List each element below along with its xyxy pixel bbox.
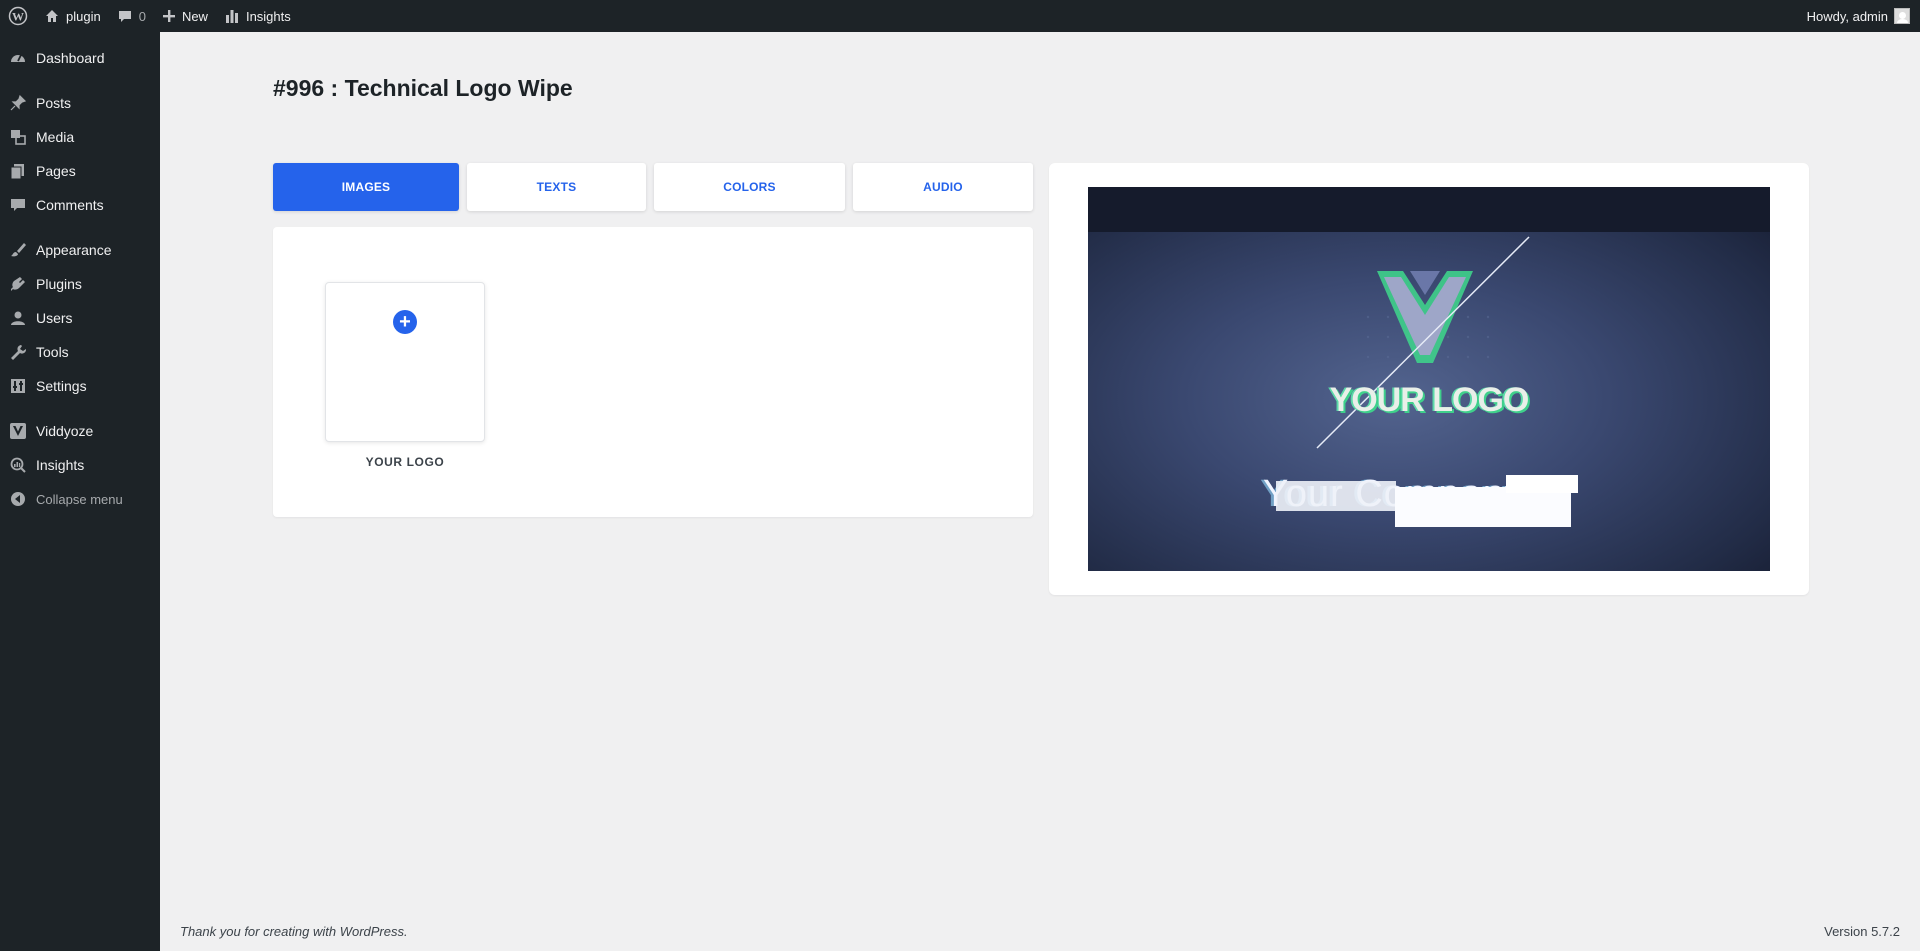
sidebar-item-label: Media bbox=[36, 129, 75, 145]
collapse-menu-button[interactable]: Collapse menu bbox=[0, 482, 160, 516]
insights-label: Insights bbox=[245, 8, 291, 24]
sidebar-item-label: Viddyoze bbox=[36, 423, 94, 439]
settings-icon bbox=[8, 376, 28, 396]
sidebar-item-label: Comments bbox=[36, 197, 104, 213]
sidebar-item-label: Dashboard bbox=[36, 50, 105, 66]
comment-icon bbox=[8, 195, 28, 215]
wordpress-logo-icon: W bbox=[8, 6, 28, 26]
sidebar-item-label: Insights bbox=[36, 457, 85, 473]
insights-link[interactable]: Insights bbox=[216, 0, 299, 32]
collapse-arrow-icon bbox=[8, 489, 28, 509]
new-label: New bbox=[181, 8, 208, 24]
sidebar-item-settings[interactable]: Settings bbox=[0, 369, 160, 403]
footer-version: Version 5.7.2 bbox=[1824, 924, 1900, 939]
pin-icon bbox=[8, 93, 28, 113]
pages-icon bbox=[8, 161, 28, 181]
tab-images[interactable]: IMAGES bbox=[273, 163, 459, 211]
sidebar-item-viddyoze[interactable]: Viddyoze bbox=[0, 414, 160, 448]
editor-tabs: IMAGES TEXTS COLORS AUDIO bbox=[273, 163, 1033, 211]
sidebar-item-users[interactable]: Users bbox=[0, 301, 160, 335]
sidebar-item-label: Pages bbox=[36, 163, 76, 179]
tab-audio[interactable]: AUDIO bbox=[853, 163, 1033, 211]
viddyoze-v-icon bbox=[8, 421, 28, 441]
media-icon bbox=[8, 127, 28, 147]
comments-count: 0 bbox=[138, 8, 146, 24]
tab-colors[interactable]: COLORS bbox=[654, 163, 845, 211]
preview-panel: YOUR LOGO Your Company bbox=[1049, 163, 1809, 595]
new-content-link[interactable]: New bbox=[154, 0, 216, 32]
video-logo-text: YOUR LOGO bbox=[1329, 381, 1530, 419]
video-preview[interactable]: YOUR LOGO Your Company bbox=[1088, 187, 1770, 571]
home-icon bbox=[44, 8, 60, 24]
plus-icon bbox=[162, 9, 176, 23]
add-image-icon[interactable]: + bbox=[393, 310, 417, 334]
sidebar-item-insights[interactable]: Insights bbox=[0, 448, 160, 482]
sidebar-item-label: Tools bbox=[36, 344, 69, 360]
admin-sidebar: Dashboard Posts Media Pages Comments App… bbox=[0, 32, 160, 951]
sidebar-item-pages[interactable]: Pages bbox=[0, 154, 160, 188]
brush-icon bbox=[8, 240, 28, 260]
sidebar-item-label: Posts bbox=[36, 95, 72, 111]
sidebar-item-media[interactable]: Media bbox=[0, 120, 160, 154]
comments-link[interactable]: 0 bbox=[109, 0, 154, 32]
tab-texts[interactable]: TEXTS bbox=[467, 163, 646, 211]
bar-chart-icon bbox=[224, 8, 240, 24]
sidebar-item-label: Plugins bbox=[36, 276, 82, 292]
page-title: #996 : Technical Logo Wipe bbox=[273, 75, 573, 101]
user-icon bbox=[8, 308, 28, 328]
wrench-icon bbox=[8, 342, 28, 362]
wordpress-logo-button[interactable]: W bbox=[0, 0, 36, 32]
sidebar-item-label: Appearance bbox=[36, 242, 112, 258]
site-name-label: plugin bbox=[66, 8, 101, 24]
footer-thanks: Thank you for creating with WordPress. bbox=[180, 924, 408, 939]
dashboard-icon bbox=[8, 48, 28, 68]
sidebar-item-label: Users bbox=[36, 310, 73, 326]
admin-bar: W plugin 0 New Insights Howdy, admin bbox=[0, 0, 1920, 32]
sidebar-item-plugins[interactable]: Plugins bbox=[0, 267, 160, 301]
plug-icon bbox=[8, 274, 28, 294]
glitch-bar bbox=[1395, 487, 1571, 527]
logo-upload-card[interactable]: + bbox=[325, 282, 485, 442]
collapse-menu-label: Collapse menu bbox=[36, 491, 123, 507]
sidebar-item-comments[interactable]: Comments bbox=[0, 188, 160, 222]
sidebar-item-dashboard[interactable]: Dashboard bbox=[0, 41, 160, 75]
sidebar-item-posts[interactable]: Posts bbox=[0, 86, 160, 120]
sidebar-item-label: Settings bbox=[36, 378, 87, 394]
insights-icon bbox=[8, 455, 28, 475]
glitch-bar bbox=[1506, 475, 1578, 493]
images-panel: + YOUR LOGO bbox=[273, 227, 1033, 517]
site-name-link[interactable]: plugin bbox=[36, 0, 109, 32]
avatar bbox=[1894, 8, 1910, 24]
logo-upload-label: YOUR LOGO bbox=[365, 455, 445, 469]
greeting-label: Howdy, admin bbox=[1806, 8, 1888, 24]
comment-bubble-icon bbox=[117, 8, 133, 24]
glitch-bar bbox=[1276, 481, 1396, 511]
svg-text:W: W bbox=[12, 10, 24, 24]
main-content: #996 : Technical Logo Wipe IMAGES TEXTS … bbox=[160, 32, 1920, 951]
my-account-link[interactable]: Howdy, admin bbox=[1799, 0, 1920, 32]
sidebar-item-tools[interactable]: Tools bbox=[0, 335, 160, 369]
sidebar-item-appearance[interactable]: Appearance bbox=[0, 233, 160, 267]
